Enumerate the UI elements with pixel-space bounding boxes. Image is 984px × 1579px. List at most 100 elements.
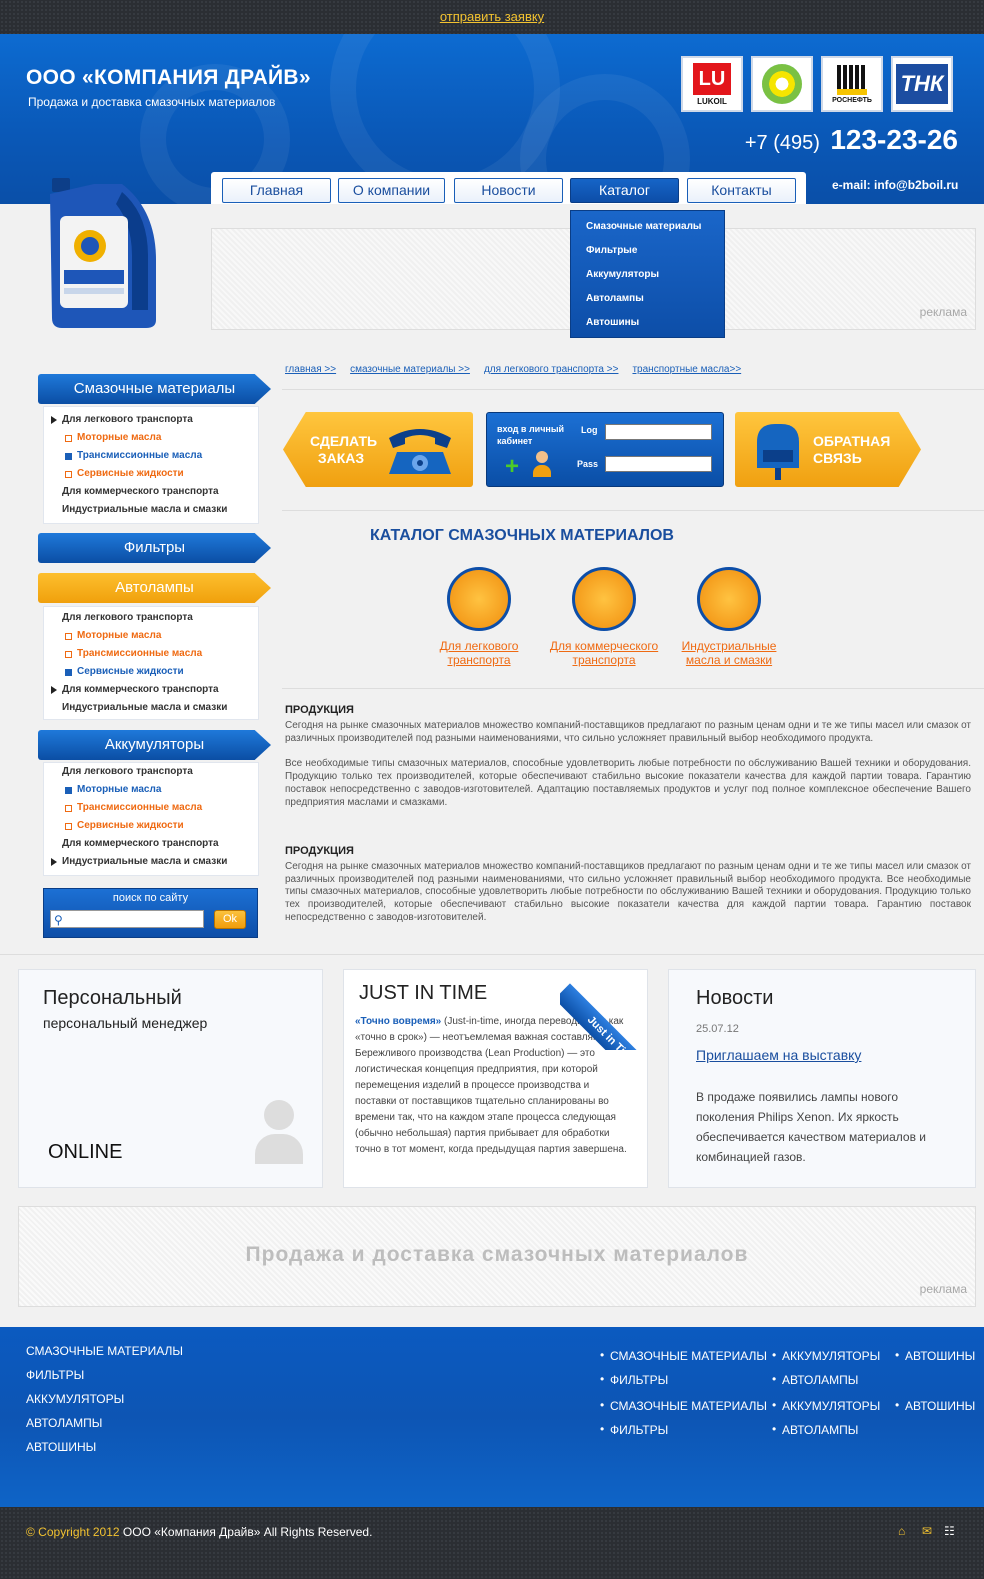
- order-button[interactable]: СДЕЛАТЬ ЗАКАЗ: [283, 412, 473, 487]
- sidebar-item[interactable]: Для коммерческого транспорта: [44, 483, 258, 501]
- footer-link[interactable]: АВТОЛАМПЫ: [26, 1416, 102, 1430]
- sidebar-cat-filters[interactable]: Фильтры: [38, 533, 271, 563]
- bp-logo[interactable]: [751, 56, 813, 112]
- nav-catalog[interactable]: Каталог: [570, 178, 679, 203]
- ad-label: реклама: [919, 305, 967, 319]
- sidebar-item[interactable]: Трансмиссионные масла: [44, 645, 258, 663]
- phone-prefix: +7 (495): [744, 132, 820, 154]
- nav-news[interactable]: Новости: [454, 178, 563, 203]
- dropdown-item-tires[interactable]: Автошины: [571, 311, 724, 335]
- sidebar-submenu-lubricants: Для легкового транспорта Моторные масла …: [43, 406, 259, 524]
- login-label: Log: [581, 425, 598, 435]
- footer-link[interactable]: ФИЛЬТРЫ: [26, 1368, 84, 1382]
- sitemap-icon[interactable]: ☷: [944, 1524, 955, 1538]
- add-user-icon[interactable]: +: [505, 455, 519, 479]
- copyright-bar: © Copyright 2012 ООО «Компания Драйв» Al…: [0, 1507, 984, 1579]
- sidebar-item[interactable]: Индустриальные масла и смазки: [44, 699, 258, 717]
- copyright: © Copyright 2012 ООО «Компания Драйв» Al…: [26, 1525, 373, 1539]
- nav-contacts[interactable]: Контакты: [687, 178, 796, 203]
- news-panel: Новости 25.07.12 Приглашаем на выставку …: [668, 969, 976, 1188]
- catalog-item-passenger[interactable]: Для легкового транспорта: [414, 567, 544, 667]
- footer-link[interactable]: АВТОШИНЫ: [895, 1348, 975, 1363]
- partner-logos: LU LUKOIL РОСНЕФТЬ ТНК: [681, 56, 953, 112]
- footer-link[interactable]: ФИЛЬТРЫ: [600, 1372, 668, 1387]
- footer-link[interactable]: АККУМУЛЯТОРЫ: [772, 1398, 880, 1413]
- lukoil-logo[interactable]: LU LUKOIL: [681, 56, 743, 112]
- sidebar-item[interactable]: Для легкового транспорта: [44, 609, 258, 627]
- sidebar-item[interactable]: Моторные масла: [44, 781, 258, 799]
- sidebar-item[interactable]: Моторные масла: [44, 627, 258, 645]
- nav-about[interactable]: О компании: [338, 178, 445, 203]
- footer-link[interactable]: АВТОЛАМПЫ: [772, 1422, 858, 1437]
- sidebar-item[interactable]: Для коммерческого транспорта: [44, 681, 258, 699]
- login-input[interactable]: [605, 424, 712, 440]
- sidebar-item[interactable]: Для легкового транспорта: [44, 763, 258, 781]
- footer-link[interactable]: АВТОЛАМПЫ: [772, 1372, 858, 1387]
- rosneft-logo[interactable]: РОСНЕФТЬ: [821, 56, 883, 112]
- breadcrumb-home[interactable]: главная >>: [285, 364, 336, 375]
- ad-banner-bottom[interactable]: Продажа и доставка смазочных материалов …: [18, 1206, 976, 1307]
- paragraph: Сегодня на рынке смазочных материалов мн…: [285, 860, 971, 923]
- feedback-button[interactable]: ОБРАТНАЯ СВЯЗЬ: [735, 412, 921, 487]
- footer-link[interactable]: СМАЗОЧНЫЕ МАТЕРИАЛЫ: [600, 1348, 767, 1363]
- mail-icon[interactable]: ✉: [922, 1524, 932, 1538]
- email[interactable]: e-mail: info@b2boil.ru: [832, 178, 958, 192]
- dropdown-item-lubricants[interactable]: Смазочные материалы: [571, 215, 724, 239]
- sidebar-item[interactable]: Трансмиссионные масла: [44, 799, 258, 817]
- dropdown-item-lamps[interactable]: Автолампы: [571, 287, 724, 311]
- panel-title: Новости: [696, 987, 774, 1009]
- sidebar-item[interactable]: Индустриальные масла и смазки: [44, 501, 258, 519]
- sidebar-cat-lubricants[interactable]: Смазочные материалы: [38, 374, 271, 404]
- tnk-logo[interactable]: ТНК: [891, 56, 953, 112]
- panel-title: Персональный: [43, 987, 182, 1009]
- sidebar-cat-batteries[interactable]: Аккумуляторы: [38, 730, 271, 760]
- nav-home[interactable]: Главная: [222, 178, 331, 203]
- send-request-link[interactable]: отправить заявку: [440, 9, 544, 24]
- lukoil-mark-icon: LU: [693, 62, 731, 95]
- footer-link[interactable]: АККУМУЛЯТОРЫ: [772, 1348, 880, 1363]
- oil-canister-image: [50, 178, 156, 328]
- breadcrumb-transport-oils[interactable]: транспортные масла>>: [632, 364, 741, 375]
- telephone-icon: [389, 429, 451, 474]
- news-link[interactable]: Приглашаем на выставку: [696, 1047, 861, 1063]
- footer-link[interactable]: АККУМУЛЯТОРЫ: [26, 1392, 124, 1406]
- news-date: 25.07.12: [696, 1023, 739, 1035]
- breadcrumb-lubricants[interactable]: смазочные материалы >>: [350, 364, 470, 375]
- ad-label: реклама: [919, 1282, 967, 1296]
- catalog-item-commercial[interactable]: Для коммерческого транспорта: [539, 567, 669, 667]
- cabinet-title: вход в личный кабинет: [497, 424, 565, 446]
- divider: [0, 954, 984, 955]
- footer-link[interactable]: АВТОШИНЫ: [26, 1440, 96, 1454]
- sidebar-cat-lamps[interactable]: Автолампы: [38, 573, 271, 603]
- dropdown-item-filters[interactable]: Фильтрые: [571, 239, 724, 263]
- dropdown-item-batteries[interactable]: Аккумуляторы: [571, 263, 724, 287]
- sidebar-item[interactable]: Сервисные жидкости: [44, 663, 258, 681]
- sidebar-item[interactable]: Индустриальные масла и смазки: [44, 853, 258, 871]
- home-icon[interactable]: ⌂: [898, 1524, 905, 1538]
- search-input[interactable]: [50, 910, 204, 928]
- panel-title: JUST IN TIME: [359, 982, 488, 1004]
- sidebar-item[interactable]: Сервисные жидкости: [44, 817, 258, 835]
- sidebar-item[interactable]: Сервисные жидкости: [44, 465, 258, 483]
- search-ok-button[interactable]: Ok: [214, 910, 246, 929]
- breadcrumb-passenger[interactable]: для легкового транспорта >>: [484, 364, 619, 375]
- catalog-item-industrial[interactable]: Индустриальные масла и смазки: [664, 567, 794, 667]
- bp-helios-icon: [762, 64, 802, 104]
- sidebar-item[interactable]: Для легкового транспорта: [44, 411, 258, 429]
- sidebar-submenu-batteries: Для легкового транспорта Моторные масла …: [43, 762, 259, 876]
- footer-link[interactable]: ФИЛЬТРЫ: [600, 1422, 668, 1437]
- password-input[interactable]: [605, 456, 712, 472]
- truck-icon: [572, 567, 636, 631]
- catalog-title: КАТАЛОГ СМАЗОЧНЫХ МАТЕРИАЛОВ: [370, 527, 674, 544]
- rosneft-mark-icon: [837, 64, 867, 95]
- phone: +7 (495) 123-23-26: [745, 124, 958, 156]
- company-name: ООО «КОМПАНИЯ ДРАЙВ»: [26, 66, 311, 89]
- password-label: Pass: [577, 459, 599, 469]
- footer-link[interactable]: СМАЗОЧНЫЕ МАТЕРИАЛЫ: [26, 1344, 183, 1358]
- footer-link[interactable]: СМАЗОЧНЫЕ МАТЕРИАЛЫ: [600, 1398, 767, 1413]
- sidebar-item[interactable]: Моторные масла: [44, 429, 258, 447]
- footer-link[interactable]: АВТОШИНЫ: [895, 1398, 975, 1413]
- sidebar-item[interactable]: Для коммерческого транспорта: [44, 835, 258, 853]
- sidebar-item[interactable]: Трансмиссионные масла: [44, 447, 258, 465]
- mailbox-icon: [757, 424, 799, 480]
